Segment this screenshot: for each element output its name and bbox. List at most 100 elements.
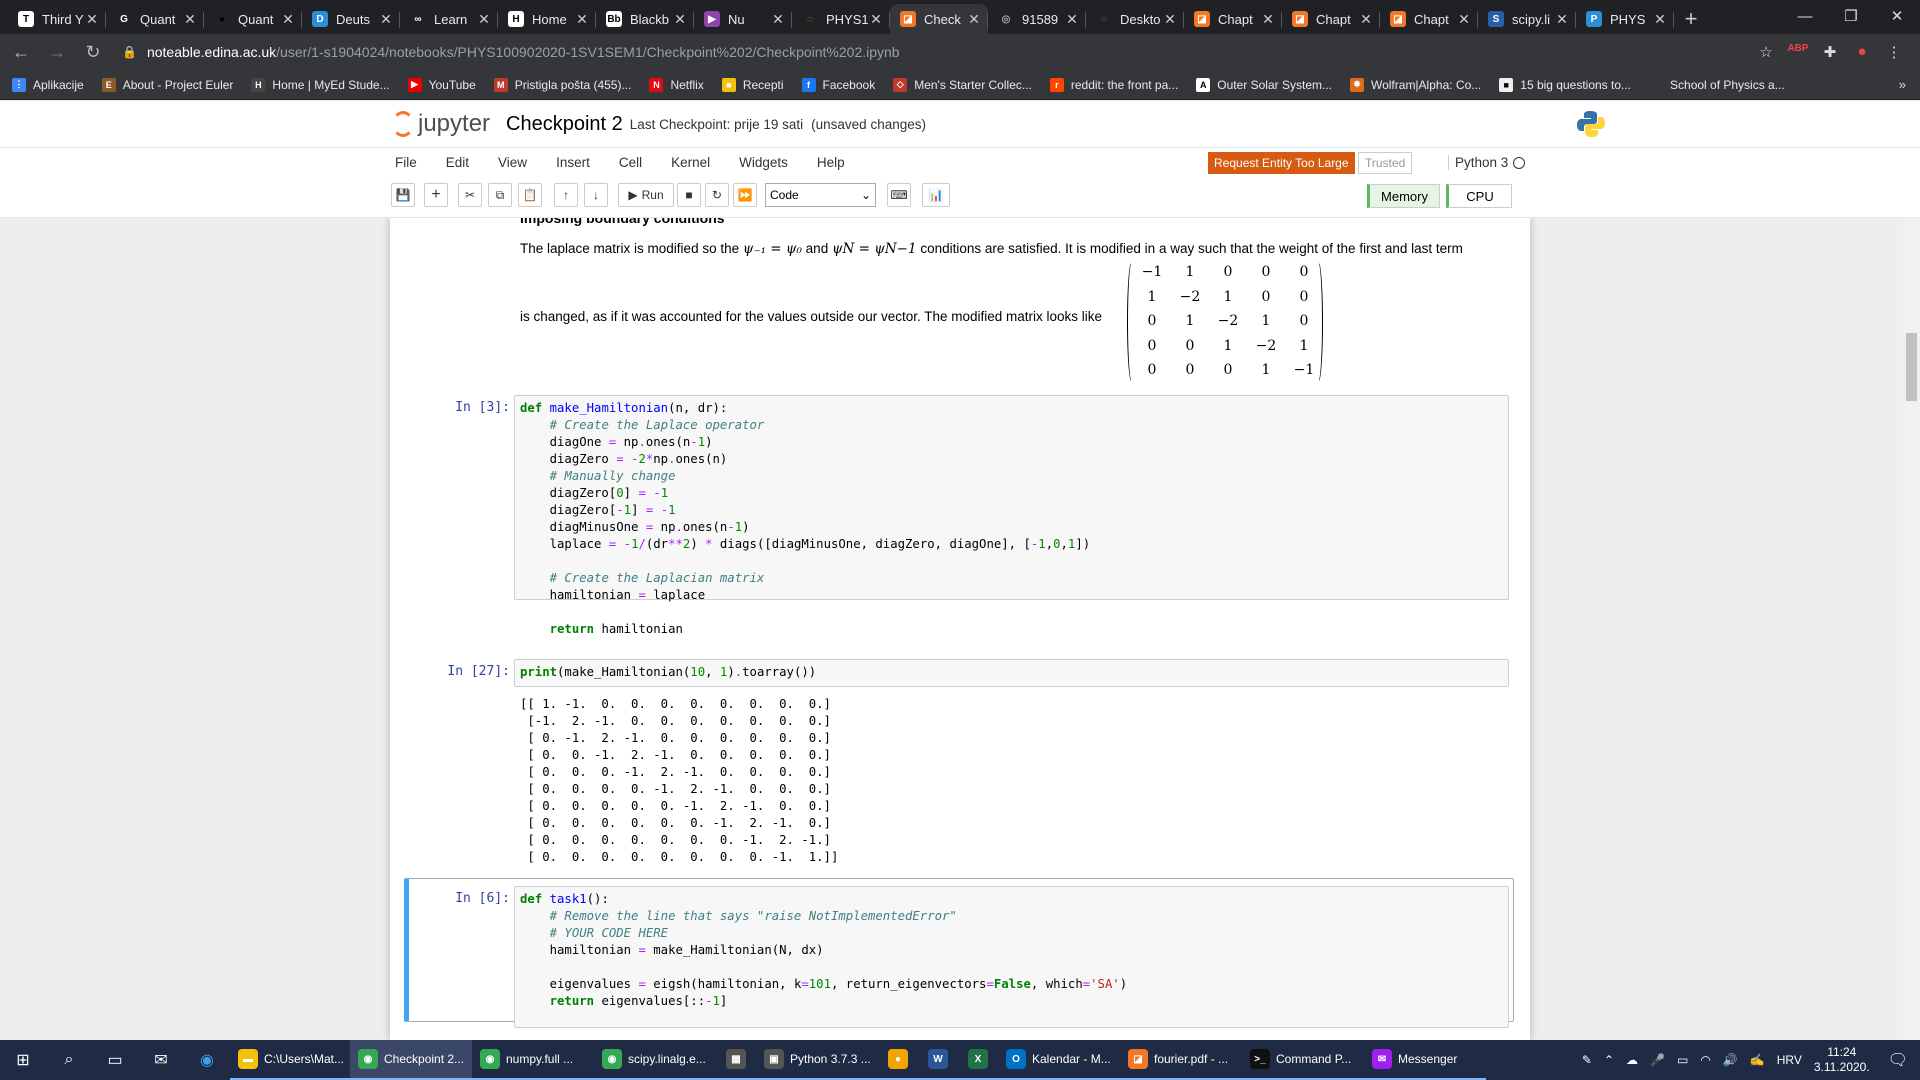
bookmark-item[interactable]: N Netflix bbox=[649, 77, 704, 92]
tab-close-icon[interactable]: ✕ bbox=[1260, 11, 1276, 28]
menu-insert[interactable]: Insert bbox=[556, 155, 590, 170]
wifi-icon[interactable]: ◠ bbox=[1700, 1053, 1710, 1067]
bookmark-item[interactable]: E About - Project Euler bbox=[101, 77, 233, 92]
menu-cell[interactable]: Cell bbox=[619, 155, 642, 170]
taskbar-app[interactable]: >_ Command P... bbox=[1242, 1040, 1364, 1080]
tab-close-icon[interactable]: ✕ bbox=[476, 11, 492, 28]
extensions-puzzle-icon[interactable]: ✚ bbox=[1814, 43, 1846, 61]
bookmark-item[interactable]: ⋮ Aplikacije bbox=[12, 77, 84, 92]
bookmark-item[interactable]: ■ Recepti bbox=[721, 77, 784, 92]
browser-tab[interactable]: ◪ Check ✕ bbox=[890, 4, 988, 34]
tab-close-icon[interactable]: ✕ bbox=[280, 11, 296, 28]
browser-tab[interactable]: ∞ Learn ✕ bbox=[400, 4, 498, 34]
back-icon[interactable]: ← bbox=[6, 42, 36, 63]
move-down-icon[interactable]: ↓ bbox=[584, 183, 608, 207]
browser-tab[interactable]: ◪ Chapt ✕ bbox=[1380, 4, 1478, 34]
windows-start-icon[interactable]: ⊞ bbox=[0, 1040, 46, 1080]
code-cell-print[interactable]: print(make_Hamiltonian(10, 1).toarray()) bbox=[514, 659, 1509, 687]
tab-close-icon[interactable]: ✕ bbox=[1554, 11, 1570, 28]
tab-close-icon[interactable]: ✕ bbox=[182, 11, 198, 28]
chart-icon[interactable]: 📊 bbox=[922, 183, 950, 207]
browser-tab[interactable]: ● Quant ✕ bbox=[204, 4, 302, 34]
browser-tab[interactable]: Bb Blackb ✕ bbox=[596, 4, 694, 34]
browser-menu-icon[interactable]: ⋮ bbox=[1878, 43, 1910, 61]
taskbar-app[interactable]: W bbox=[918, 1040, 958, 1080]
bookmark-item[interactable]: ■ 15 big questions to... bbox=[1499, 77, 1631, 92]
taskbar-app[interactable]: ▬ C:\Users\Mat... bbox=[230, 1040, 350, 1080]
restore-icon[interactable]: ❐ bbox=[1828, 0, 1874, 32]
browser-tab[interactable]: Sscipy.li ✕ bbox=[1478, 4, 1576, 34]
browser-tab[interactable]: ▶ Nu ✕ bbox=[694, 4, 792, 34]
bookmark-item[interactable]: A Outer Solar System... bbox=[1196, 77, 1332, 92]
restart-run-all-icon[interactable]: ⏩ bbox=[733, 183, 757, 207]
taskbar-app[interactable]: O Kalendar - M... bbox=[998, 1040, 1120, 1080]
code-cell-make-hamiltonian[interactable]: def make_Hamiltonian(n, dr): # Create th… bbox=[514, 395, 1509, 636]
bookmark-item[interactable]: ▶ YouTube bbox=[407, 77, 476, 92]
pen-icon[interactable]: ✎ bbox=[1582, 1053, 1592, 1067]
jupyter-logo[interactable]: jupyter bbox=[392, 110, 490, 138]
bookmark-item[interactable]: ✸ Wolfram|Alpha: Co... bbox=[1349, 77, 1481, 92]
browser-tab[interactable]: G Quant ✕ bbox=[106, 4, 204, 34]
tab-close-icon[interactable]: ✕ bbox=[770, 11, 786, 28]
mail-icon[interactable]: ✉ bbox=[138, 1040, 184, 1080]
minimize-icon[interactable]: — bbox=[1782, 0, 1828, 32]
trusted-badge[interactable]: Trusted bbox=[1358, 152, 1413, 174]
tab-close-icon[interactable]: ✕ bbox=[574, 11, 590, 28]
reload-icon[interactable]: ↻ bbox=[78, 42, 108, 63]
browser-tab[interactable]: D Deuts ✕ bbox=[302, 4, 400, 34]
tab-close-icon[interactable]: ✕ bbox=[1162, 11, 1178, 28]
taskbar-app[interactable]: ◉ scipy.linalg.e... bbox=[594, 1040, 716, 1080]
browser-tab[interactable]: T Third Y ✕ bbox=[8, 4, 106, 34]
language-indicator[interactable]: HRV bbox=[1777, 1053, 1802, 1067]
tab-close-icon[interactable]: ✕ bbox=[1456, 11, 1472, 28]
bookmark-item[interactable]: ◇ Men's Starter Collec... bbox=[893, 77, 1032, 92]
taskbar-app[interactable]: ◉ Checkpoint 2... bbox=[350, 1040, 472, 1080]
taskbar-app[interactable]: X bbox=[958, 1040, 998, 1080]
tab-close-icon[interactable]: ✕ bbox=[84, 11, 100, 28]
browser-tab[interactable]: ◎ 91589 ✕ bbox=[988, 4, 1086, 34]
notifications-icon[interactable]: 🗨 bbox=[1888, 1050, 1908, 1070]
cloud-icon[interactable]: ☁ bbox=[1626, 1053, 1638, 1067]
adblock-icon[interactable]: ABP bbox=[1782, 43, 1814, 61]
cpu-button[interactable]: CPU bbox=[1446, 184, 1512, 208]
menu-kernel[interactable]: Kernel bbox=[671, 155, 710, 170]
tab-close-icon[interactable]: ✕ bbox=[1652, 11, 1668, 28]
pen-workspace-icon[interactable]: ✍ bbox=[1750, 1053, 1765, 1067]
bookmark-item[interactable]: r reddit: the front pa... bbox=[1049, 77, 1178, 92]
menu-file[interactable]: File bbox=[395, 155, 417, 170]
battery-icon[interactable]: ▭ bbox=[1677, 1053, 1688, 1067]
move-up-icon[interactable]: ↑ bbox=[554, 183, 578, 207]
bookmark-item[interactable]: School of Physics a... bbox=[1649, 77, 1785, 92]
scrollbar-thumb[interactable] bbox=[1906, 333, 1917, 401]
copy-icon[interactable]: ⧉ bbox=[488, 183, 512, 207]
code-cell-task1[interactable]: def task1(): # Remove the line that says… bbox=[514, 886, 1509, 1028]
browser-tab[interactable]: ◌ PHYS1 ✕ bbox=[792, 4, 890, 34]
menu-help[interactable]: Help bbox=[817, 155, 845, 170]
url-field[interactable]: 🔒 noteable.edina.ac.uk /user/1-s1904024/… bbox=[122, 38, 1742, 66]
browser-tab[interactable]: P PHYS ✕ bbox=[1576, 4, 1674, 34]
task-view-icon[interactable]: ▭ bbox=[92, 1040, 138, 1080]
menu-widgets[interactable]: Widgets bbox=[739, 155, 788, 170]
forward-icon[interactable]: → bbox=[42, 42, 72, 63]
tab-close-icon[interactable]: ✕ bbox=[1064, 11, 1080, 28]
insert-cell-icon[interactable]: + bbox=[424, 183, 448, 207]
close-window-icon[interactable]: ✕ bbox=[1874, 0, 1920, 32]
tray-overflow-icon[interactable]: ⌃ bbox=[1604, 1053, 1614, 1067]
profile-avatar[interactable]: ● bbox=[1846, 43, 1878, 61]
taskbar-app[interactable]: ● bbox=[878, 1040, 918, 1080]
menu-edit[interactable]: Edit bbox=[446, 155, 469, 170]
tab-close-icon[interactable]: ✕ bbox=[378, 11, 394, 28]
notebook-title[interactable]: Checkpoint 2 bbox=[506, 113, 623, 136]
cut-icon[interactable]: ✂ bbox=[458, 183, 482, 207]
browser-tab[interactable]: ◪ Chapt ✕ bbox=[1282, 4, 1380, 34]
clock[interactable]: 11:24 3.11.2020. bbox=[1814, 1045, 1870, 1075]
bookmark-item[interactable]: H Home | MyEd Stude... bbox=[251, 77, 390, 92]
paste-icon[interactable]: 📋 bbox=[518, 183, 542, 207]
browser-tab[interactable]: ◪ Chapt ✕ bbox=[1184, 4, 1282, 34]
run-button[interactable]: ▶ Run bbox=[618, 183, 674, 207]
taskbar-app[interactable]: ✉ Messenger bbox=[1364, 1040, 1486, 1080]
save-icon[interactable]: 💾 bbox=[391, 183, 415, 207]
bookmark-star-icon[interactable]: ☆ bbox=[1750, 43, 1782, 61]
tab-close-icon[interactable]: ✕ bbox=[1358, 11, 1374, 28]
menu-view[interactable]: View bbox=[498, 155, 527, 170]
